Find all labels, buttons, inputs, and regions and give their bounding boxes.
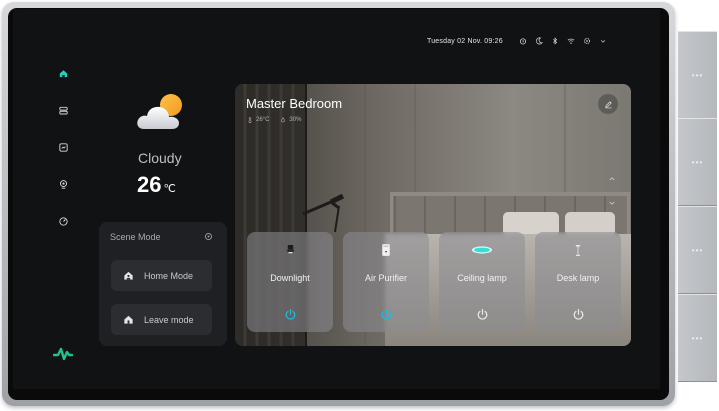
home-mode-button[interactable]: Home Mode	[111, 260, 212, 291]
key-indicator-icon: •••	[691, 333, 704, 343]
device-tile-desk-lamp[interactable]: Desk lamp	[535, 232, 621, 332]
settings-icon	[204, 232, 212, 240]
bluetooth-icon[interactable]	[551, 37, 560, 46]
power-icon	[285, 308, 295, 320]
wifi-icon[interactable]	[567, 37, 576, 46]
weather-condition: Cloudy	[138, 150, 182, 166]
scroll-down-icon	[609, 201, 615, 205]
device-name: Downlight	[270, 273, 310, 283]
edit-room-button[interactable]	[598, 94, 618, 114]
room-humidity-value: 30%	[289, 117, 302, 123]
moon-icon[interactable]	[535, 37, 544, 46]
nav-energy[interactable]	[54, 212, 72, 230]
room-humidity: 30%	[280, 117, 301, 123]
home-mode-icon	[124, 271, 133, 280]
room-scroll-indicator[interactable]	[608, 176, 616, 206]
power-button[interactable]	[343, 308, 429, 322]
chevron-down-icon[interactable]	[599, 37, 608, 46]
physical-switch-panel: ••• ••• ••• •••	[678, 31, 717, 382]
device-tile-downlight[interactable]: Downlight	[247, 232, 333, 332]
power-icon	[477, 308, 487, 320]
datetime-label: Tuesday 02 Nov. 09:26	[427, 37, 503, 45]
temperature-value: 26	[137, 172, 162, 197]
settings-icon[interactable]	[583, 37, 592, 46]
nav-rail	[51, 64, 75, 249]
brand-logo-icon	[53, 347, 73, 361]
alarm-icon[interactable]	[519, 37, 528, 46]
power-button[interactable]	[247, 308, 333, 322]
room-temperature: 26°C	[247, 117, 269, 123]
devices-icon	[58, 106, 68, 114]
air-purifier-icon	[343, 240, 429, 260]
physical-key-2[interactable]: •••	[678, 118, 717, 206]
physical-key-3[interactable]: •••	[678, 206, 717, 294]
power-icon	[381, 308, 391, 320]
room-name: Master Bedroom	[246, 96, 343, 111]
leave-mode-button[interactable]: Leave mode	[111, 304, 212, 335]
scenes-icon	[58, 142, 68, 152]
device-tile-ceiling-lamp[interactable]: Ceiling lamp	[439, 232, 525, 332]
leave-mode-label: Leave mode	[144, 314, 194, 325]
room-card: Master Bedroom 26°C 30% Downlight Air Pu…	[235, 84, 631, 346]
home-icon	[59, 69, 67, 77]
nav-camera[interactable]	[54, 175, 72, 193]
leave-mode-icon	[124, 315, 133, 324]
humidity-icon	[281, 117, 286, 123]
camera-icon	[59, 179, 67, 189]
device-tile-air-purifier[interactable]: Air Purifier	[343, 232, 429, 332]
physical-key-1[interactable]: •••	[678, 31, 717, 119]
scene-mode-title: Scene Mode	[110, 232, 161, 242]
device-name: Air Purifier	[364, 273, 407, 283]
key-indicator-icon: •••	[691, 157, 704, 167]
status-bar: Tuesday 02 Nov. 09:26	[427, 34, 608, 48]
device-name: Ceiling lamp	[457, 273, 507, 283]
device-name: Desk lamp	[556, 273, 600, 283]
nav-scenes[interactable]	[54, 138, 72, 156]
temperature-unit: ℃	[163, 183, 176, 195]
physical-key-4[interactable]: •••	[678, 294, 717, 382]
outdoor-temperature: 26 ℃	[137, 172, 176, 198]
energy-icon	[58, 216, 68, 226]
power-button[interactable]	[439, 308, 525, 322]
room-climate: 26°C 30%	[247, 117, 301, 123]
power-icon	[573, 308, 583, 320]
nav-home[interactable]	[54, 64, 72, 82]
key-indicator-icon: •••	[691, 245, 704, 255]
edit-icon	[604, 100, 612, 108]
thermometer-icon	[248, 117, 252, 123]
room-temperature-value: 26°C	[256, 117, 270, 123]
nav-devices[interactable]	[54, 101, 72, 119]
power-button[interactable]	[535, 308, 621, 322]
partly-cloudy-icon	[137, 94, 182, 129]
desk-lamp-icon	[535, 240, 621, 260]
home-mode-label: Home Mode	[144, 270, 194, 281]
scroll-up-icon	[609, 177, 615, 181]
scene-mode-card: Scene Mode Home Mode Leave mode	[99, 222, 227, 346]
scene-settings-button[interactable]	[202, 230, 214, 242]
ceiling-lamp-icon	[439, 240, 525, 260]
downlight-icon	[247, 240, 333, 260]
key-indicator-icon: •••	[691, 70, 704, 80]
